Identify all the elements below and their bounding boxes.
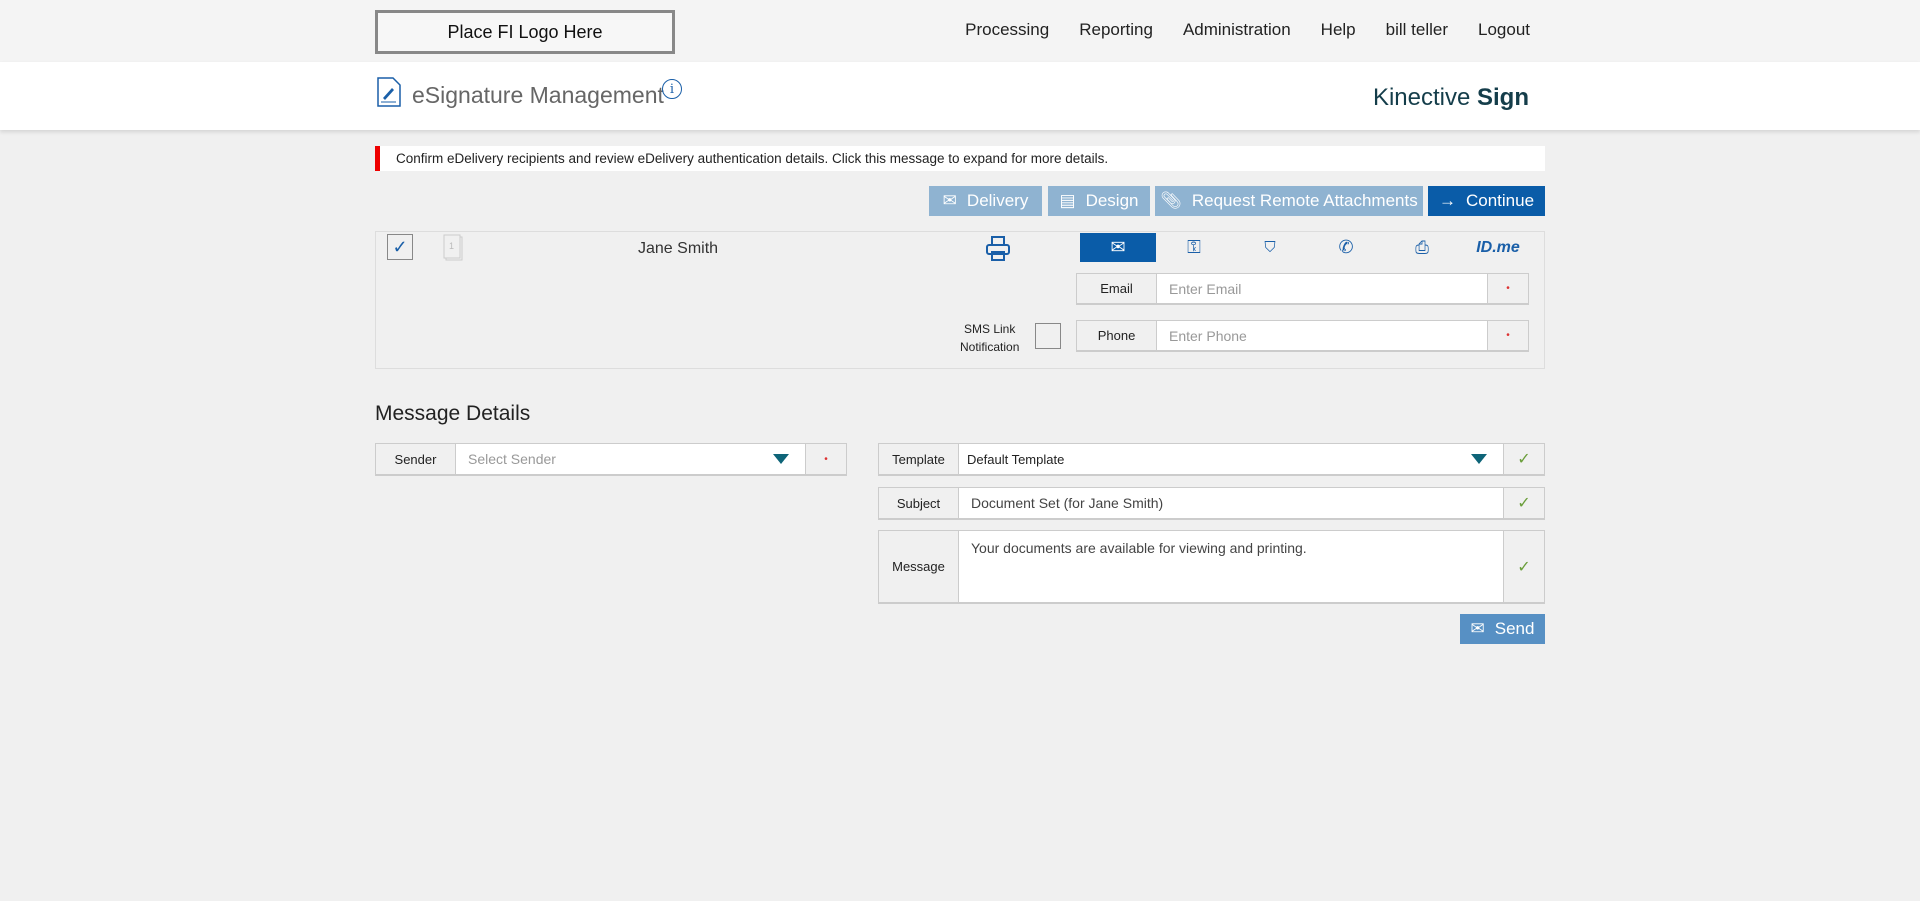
subject-label: Subject	[879, 488, 959, 518]
send-label: Send	[1494, 619, 1535, 638]
svg-text:1: 1	[449, 241, 454, 251]
top-bar	[0, 0, 1920, 62]
required-indicator: •	[1487, 274, 1528, 303]
required-indicator: •	[1487, 321, 1528, 350]
template-value: Default Template	[967, 451, 1065, 467]
continue-button[interactable]: → Continue	[1428, 186, 1545, 216]
design-button[interactable]: ▤ Design	[1048, 186, 1150, 216]
nav-user[interactable]: bill teller	[1386, 20, 1448, 40]
paperclip-icon: 📎︎	[1160, 191, 1182, 210]
recipient-checkbox[interactable]: ✓	[387, 234, 413, 260]
message-label: Message	[879, 531, 959, 602]
template-row: Template Default Template ✓	[878, 443, 1545, 476]
brand-logo: Kinective Sign	[1373, 84, 1529, 112]
auth-tab-id-card[interactable]: ⎙	[1384, 233, 1460, 262]
required-indicator: •	[805, 444, 846, 474]
cloud-email-icon: ✉	[942, 191, 957, 210]
idme-logo: ID.me	[1476, 238, 1520, 256]
template-select[interactable]: Default Template	[959, 444, 1503, 474]
cloud-email-icon: ✉	[1470, 619, 1485, 638]
document-count-icon: 1	[443, 234, 463, 261]
alert-message[interactable]: Confirm eDelivery recipients and review …	[375, 146, 1545, 171]
request-attachments-button[interactable]: 📎︎ Request Remote Attachments	[1155, 186, 1423, 216]
sender-placeholder: Select Sender	[468, 451, 556, 467]
sms-label: SMS Link Notification	[960, 320, 1019, 356]
sms-label-line2: Notification	[960, 340, 1020, 354]
email-label: Email	[1077, 274, 1157, 303]
valid-check-icon: ✓	[1503, 488, 1544, 518]
email-input[interactable]: Enter Email	[1157, 274, 1487, 303]
design-label: Design	[1085, 191, 1139, 210]
nav-processing[interactable]: Processing	[965, 20, 1049, 40]
auth-tab-questions[interactable]: ⛉	[1232, 233, 1308, 262]
auth-tab-idme[interactable]: ID.me	[1460, 233, 1536, 262]
valid-check-icon: ✓	[1503, 444, 1544, 474]
delivery-label: Delivery	[966, 191, 1029, 210]
auth-tab-key[interactable]: ⚿	[1156, 233, 1232, 262]
cloud-phone-icon: ✆	[1338, 237, 1354, 257]
brand-bold: Sign	[1477, 84, 1529, 111]
sender-select[interactable]: Select Sender	[456, 444, 805, 474]
message-row: Message Your documents are available for…	[878, 530, 1545, 604]
recipient-name: Jane Smith	[638, 240, 719, 257]
subject-row: Subject Document Set (for Jane Smith) ✓	[878, 487, 1545, 520]
sender-label: Sender	[376, 444, 456, 474]
valid-check-icon: ✓	[1503, 531, 1544, 602]
page-title: eSignature Management	[412, 82, 664, 108]
continue-label: Continue	[1465, 191, 1535, 210]
attachments-label: Request Remote Attachments	[1191, 191, 1418, 210]
brand-light: Kinective	[1372, 84, 1471, 111]
delivery-button[interactable]: ✉ Delivery	[929, 186, 1042, 216]
document-icon: ▤	[1059, 191, 1076, 210]
nav-help[interactable]: Help	[1321, 20, 1356, 40]
signature-document-icon	[377, 77, 401, 107]
sms-notification-checkbox[interactable]	[1035, 323, 1061, 349]
nav-logout[interactable]: Logout	[1478, 20, 1530, 40]
fi-logo-placeholder: Place FI Logo Here	[375, 10, 675, 54]
nav-reporting[interactable]: Reporting	[1079, 20, 1153, 40]
email-row: Email Enter Email •	[1076, 273, 1529, 305]
title-band	[0, 62, 1920, 130]
send-button[interactable]: ✉ Send	[1460, 614, 1545, 644]
auth-tab-email[interactable]: ✉	[1080, 233, 1156, 262]
caret-down-icon	[1471, 454, 1487, 464]
subject-input[interactable]: Document Set (for Jane Smith)	[959, 488, 1503, 518]
cloud-key-icon: ⚿	[1187, 237, 1201, 257]
sender-row: Sender Select Sender •	[375, 443, 847, 476]
info-icon[interactable]: i	[662, 79, 682, 99]
main-nav: Processing Reporting Administration Help…	[965, 20, 1530, 40]
template-label: Template	[879, 444, 959, 474]
phone-row: Phone Enter Phone •	[1076, 320, 1529, 352]
caret-down-icon	[773, 454, 789, 464]
auth-tab-phone[interactable]: ✆	[1308, 233, 1384, 262]
cloud-shield-question-icon: ⛉	[1264, 239, 1276, 256]
phone-label: Phone	[1077, 321, 1157, 350]
nav-administration[interactable]: Administration	[1183, 20, 1291, 40]
arrow-right-icon: →	[1438, 191, 1456, 210]
message-textarea[interactable]: Your documents are available for viewing…	[959, 531, 1503, 602]
message-details-heading: Message Details	[375, 402, 531, 425]
cloud-email-icon: ✉	[1110, 237, 1126, 257]
printer-icon[interactable]	[985, 235, 1011, 263]
sms-label-line1: SMS Link	[964, 322, 1016, 336]
cloud-id-card-icon: ⎙	[1415, 237, 1429, 257]
phone-input[interactable]: Enter Phone	[1157, 321, 1487, 350]
